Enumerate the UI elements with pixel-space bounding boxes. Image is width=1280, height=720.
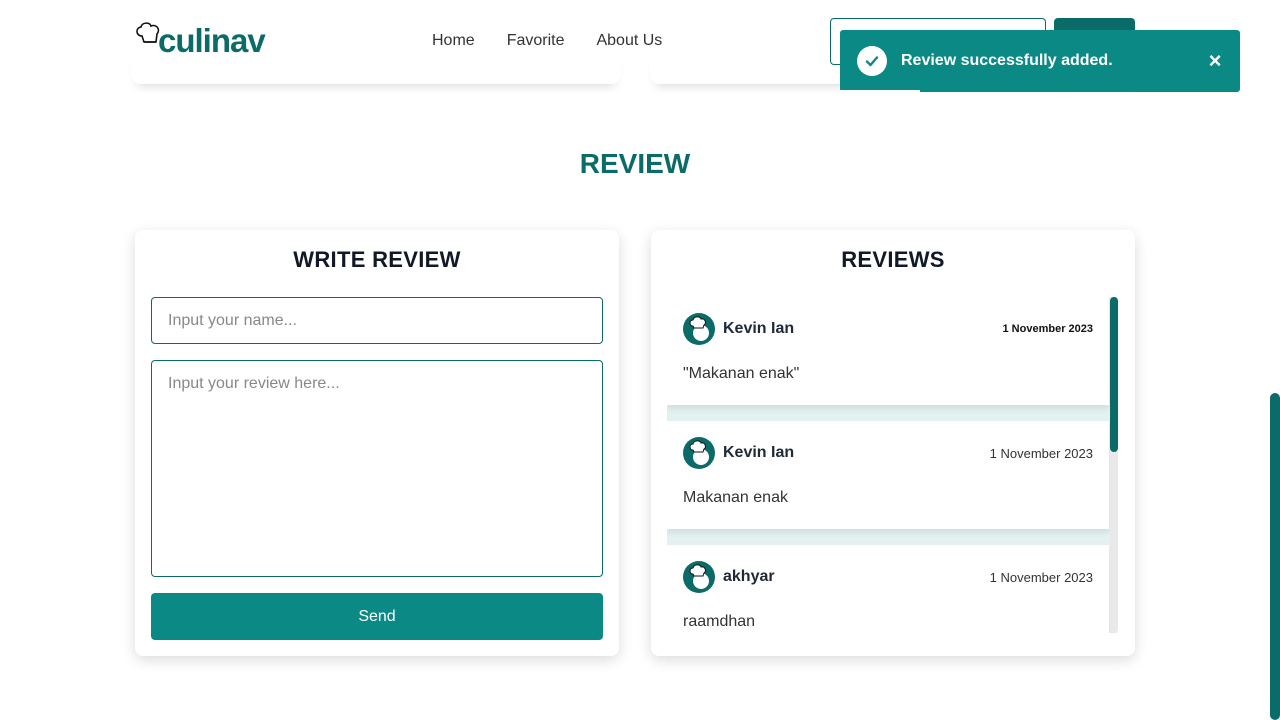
toast-progress-bar [840, 90, 920, 92]
write-review-title: WRITE REVIEW [293, 247, 461, 272]
review-date: 1 November 2023 [1002, 323, 1094, 335]
reviewer-name: Kevin Ian [723, 444, 795, 461]
reviewer-name: Kevin Ian [723, 320, 795, 337]
chef-avatar-icon [683, 561, 715, 593]
section-title: REVIEW [579, 148, 691, 179]
reviewer-name: akhyar [723, 568, 775, 585]
name-input[interactable] [151, 297, 603, 344]
check-circle-icon [857, 46, 887, 76]
review-item: akhyar 1 November 2023 raamdhan [667, 545, 1109, 633]
close-icon[interactable]: × [1200, 48, 1230, 74]
review-text: "Makanan enak" [683, 365, 800, 382]
review-item: Kevin Ian 1 November 2023 "Makanan enak" [667, 297, 1109, 405]
logo-text: culinav [158, 22, 266, 59]
review-textarea[interactable] [151, 360, 603, 577]
nav-about-us[interactable]: About Us [596, 32, 662, 50]
success-toast: Review successfully added. × [840, 30, 1240, 92]
review-item: Kevin Ian 1 November 2023 Makanan enak [667, 421, 1109, 529]
send-button[interactable]: Send [151, 593, 603, 640]
review-list-scrollbar-thumb[interactable] [1110, 297, 1118, 452]
review-text: raamdhan [683, 613, 756, 630]
chef-avatar-icon [683, 437, 715, 469]
review-date: 1 November 2023 [989, 569, 1093, 585]
nav-favorite[interactable]: Favorite [507, 32, 565, 50]
reviews-title: REVIEWS [841, 247, 945, 272]
nav-home[interactable]: Home [432, 32, 475, 50]
review-list[interactable]: Kevin Ian 1 November 2023 "Makanan enak"… [667, 297, 1117, 633]
review-text: Makanan enak [683, 489, 788, 506]
write-review-panel: WRITE REVIEW Send [135, 230, 619, 656]
brand-logo[interactable]: culinav [134, 20, 266, 62]
page-scrollbar[interactable] [1270, 393, 1280, 720]
review-date: 1 November 2023 [989, 445, 1093, 461]
chef-avatar-icon [683, 313, 715, 345]
main-nav: Home Favorite About Us [432, 32, 662, 50]
toast-message: Review successfully added. [901, 52, 1113, 69]
reviews-panel: REVIEWS Kevin Ian 1 November 2023 "Makan… [651, 230, 1135, 656]
